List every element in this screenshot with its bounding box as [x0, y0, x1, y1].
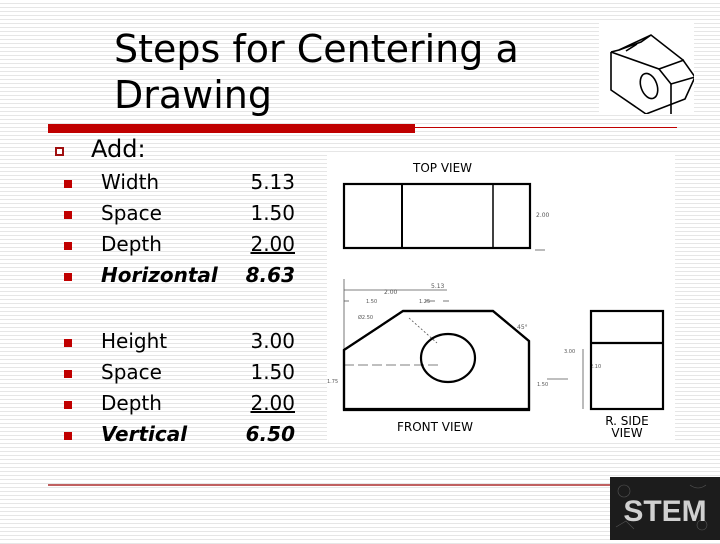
horizontal-item-total: Horizontal 8.63 [64, 259, 295, 290]
dim-overall-width: 5.13 [431, 283, 445, 290]
orthographic-drawing-svg: TOP VIEW 2.00 5.13 2.00 1.50 1.25 Ø2.50 … [327, 161, 665, 440]
square-bullet-icon [64, 241, 72, 250]
square-bullet-icon [64, 369, 72, 378]
item-label: Width [101, 169, 160, 194]
vertical-item-depth: Depth 2.00 [64, 387, 295, 418]
side-view-label-line2: VIEW [611, 426, 642, 440]
dim-hole: Ø2.50 [358, 314, 373, 321]
dim-seg-b: 1.25 [419, 299, 430, 305]
square-bullet-icon [64, 210, 72, 219]
side-view [589, 309, 665, 411]
square-bullet-icon [64, 431, 72, 440]
dim-side-low: 1.50 [537, 382, 548, 388]
item-value: 8.63 [245, 262, 295, 287]
item-label: Space [101, 200, 162, 225]
isometric-part-image [599, 22, 696, 115]
item-value: 5.13 [250, 169, 295, 194]
top-view [342, 182, 532, 250]
item-label: Depth [101, 231, 162, 256]
title-underline-accent [48, 124, 415, 133]
item-label: Height [101, 328, 168, 353]
dim-top-depth: 2.00 [536, 212, 550, 219]
item-value: 2.00 [250, 231, 295, 256]
top-view-label: TOP VIEW [412, 161, 472, 175]
horizontal-item-depth: Depth 2.00 [64, 228, 295, 259]
add-bullet: Add: [55, 135, 146, 163]
title-underline-rule [415, 127, 677, 128]
add-label: Add: [91, 135, 146, 163]
dim-hole-center-height: 1.75 [327, 379, 338, 385]
hollow-square-bullet-icon [55, 146, 64, 156]
front-dimension-lines [343, 279, 584, 409]
square-bullet-icon [64, 272, 72, 281]
square-bullet-icon [64, 338, 72, 347]
orthographic-drawing: TOP VIEW 2.00 5.13 2.00 1.50 1.25 Ø2.50 … [327, 153, 675, 443]
footer-rule [48, 484, 616, 486]
square-bullet-icon [64, 179, 72, 188]
stem-logo: STEM [610, 477, 720, 540]
dim-chamfer-angle: 45° [517, 324, 528, 331]
vertical-item-height: Height 3.00 [64, 325, 295, 356]
front-view [342, 309, 531, 412]
isometric-part-drawing [610, 34, 696, 115]
item-value: 1.50 [250, 200, 295, 225]
front-view-label: FRONT VIEW [397, 420, 473, 434]
item-label: Vertical [101, 421, 188, 446]
horizontal-item-space: Space 1.50 [64, 197, 295, 228]
item-value: 1.50 [250, 359, 295, 384]
dim-upper-width: 2.00 [384, 289, 398, 296]
vertical-item-total: Vertical 6.50 [64, 418, 295, 449]
slide-title: Steps for Centering a Drawing [114, 27, 519, 117]
dim-seg-a: 1.50 [366, 299, 377, 305]
item-value: 3.00 [250, 328, 295, 353]
vertical-item-space: Space 1.50 [64, 356, 295, 387]
item-value: 2.00 [250, 390, 295, 415]
item-value: 6.50 [245, 421, 295, 446]
item-label: Horizontal [101, 262, 218, 287]
stem-logo-text: STEM [623, 495, 706, 528]
horizontal-item-width: Width 5.13 [64, 166, 295, 197]
dim-total-height: 3.00 [564, 349, 575, 355]
item-label: Depth [101, 390, 162, 415]
stem-logo-graphic: STEM [610, 477, 720, 540]
item-label: Space [101, 359, 162, 384]
square-bullet-icon [64, 400, 72, 409]
